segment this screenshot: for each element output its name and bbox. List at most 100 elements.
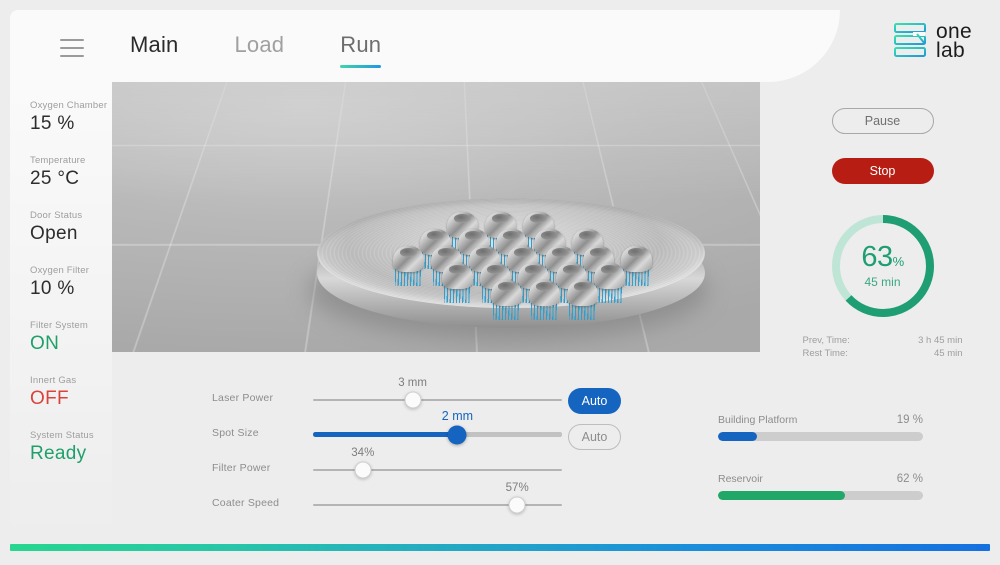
status-label: Filter System xyxy=(30,320,89,331)
progress-remaining: 45 min xyxy=(864,275,901,289)
slider-knob[interactable] xyxy=(354,461,372,479)
printed-part xyxy=(442,263,473,303)
slider-knob[interactable] xyxy=(508,496,526,514)
printed-part xyxy=(567,280,598,320)
level-header: Building Platform 19 % xyxy=(718,414,923,426)
part-body xyxy=(529,280,560,306)
printed-part xyxy=(621,246,652,286)
status-label: Oxygen Chamber xyxy=(30,100,108,111)
status-sidebar: Oxygen Chamber 15 % Temperature 25 °C Do… xyxy=(10,82,112,537)
slider-coater-speed[interactable]: Coater Speed 57% xyxy=(212,482,562,520)
level-reservoir: Reservoir 62 % xyxy=(718,473,923,500)
tab-load[interactable]: Load xyxy=(235,32,285,68)
slider-track[interactable] xyxy=(313,496,562,514)
main-nav: Main Load Run xyxy=(130,32,382,68)
printed-part xyxy=(529,280,560,320)
status-value: Ready xyxy=(30,443,87,464)
part-body xyxy=(567,280,598,306)
logo-wordmark: one lab xyxy=(936,21,972,62)
status-gradient-bar xyxy=(10,544,990,551)
level-label: Reservoir xyxy=(718,473,763,485)
slider-value: 57% xyxy=(505,482,529,494)
slider-label: Spot Size xyxy=(212,427,259,439)
progress-percent: 63% xyxy=(861,241,905,273)
parameter-sliders: Laser Power 3 mm Spot Size 2 mm Filter P… xyxy=(212,377,562,520)
slider-filter-power[interactable]: Filter Power 34% xyxy=(212,447,562,485)
job-progress-ring: 63% 45 min xyxy=(829,212,937,320)
status-oxygen-filter: Oxygen Filter 10 % xyxy=(30,265,112,300)
status-label: Door Status xyxy=(30,210,83,221)
status-innert-gas: Innert Gas OFF xyxy=(30,375,112,410)
printed-parts-group xyxy=(365,208,665,320)
slider-value: 2 mm xyxy=(441,409,474,423)
status-label: System Status xyxy=(30,430,94,441)
status-value: 25 °C xyxy=(30,168,80,189)
status-system-status: System Status Ready xyxy=(30,430,112,465)
status-temperature: Temperature 25 °C xyxy=(30,155,112,190)
part-body xyxy=(594,263,625,289)
status-oxygen-chamber: Oxygen Chamber 15 % xyxy=(30,100,112,135)
app-root: Main Load Run one lab Oxygen Chamber 15 … xyxy=(0,0,1000,565)
slider-spot-size[interactable]: Spot Size 2 mm xyxy=(212,409,562,450)
status-label: Oxygen Filter xyxy=(30,265,90,276)
support-structure xyxy=(444,286,471,303)
support-structure xyxy=(493,303,520,320)
status-value: 15 % xyxy=(30,113,75,134)
time-row-prev: Prev, Time: 3 h 45 min xyxy=(803,334,963,347)
auto-button-laser-power[interactable]: Auto xyxy=(568,388,621,414)
level-value: 19 % xyxy=(896,414,923,426)
top-header: Main Load Run xyxy=(10,10,840,82)
level-value: 62 % xyxy=(896,473,923,485)
time-summary: Prev, Time: 3 h 45 min Rest Time: 45 min xyxy=(803,334,963,360)
printed-part xyxy=(491,280,522,320)
slider-fill xyxy=(313,432,458,437)
time-value: 45 min xyxy=(933,348,963,359)
part-body xyxy=(491,280,522,306)
slider-value: 3 mm xyxy=(398,377,427,389)
level-track xyxy=(718,432,923,441)
time-row-rest: Rest Time: 45 min xyxy=(803,347,963,360)
slider-laser-power[interactable]: Laser Power 3 mm xyxy=(212,377,562,415)
tab-main[interactable]: Main xyxy=(130,32,179,68)
slider-knob[interactable] xyxy=(404,391,422,409)
run-control-panel: Pause Stop 63% 45 min Prev, Time: 3 h 45… xyxy=(775,82,990,360)
support-structure xyxy=(569,303,596,320)
support-structure xyxy=(596,286,623,303)
time-value: 3 h 45 min xyxy=(918,335,963,346)
slider-knob[interactable] xyxy=(447,425,467,444)
status-value: Open xyxy=(30,223,78,244)
slider-label: Filter Power xyxy=(212,462,271,474)
status-value: ON xyxy=(30,333,60,354)
stop-button[interactable]: Stop xyxy=(831,158,934,184)
progress-percent-unit: % xyxy=(892,254,905,269)
level-header: Reservoir 62 % xyxy=(718,473,923,485)
hamburger-icon[interactable] xyxy=(52,36,92,60)
status-label: Temperature xyxy=(30,155,86,166)
auto-button-spot-size[interactable]: Auto xyxy=(568,424,621,450)
support-structure xyxy=(531,303,558,320)
level-fill xyxy=(718,491,846,500)
slider-label: Coater Speed xyxy=(212,497,280,509)
logo-line-lab: lab xyxy=(936,39,965,62)
time-label: Prev, Time: xyxy=(802,335,850,346)
status-door: Door Status Open xyxy=(30,210,112,245)
level-label: Building Platform xyxy=(718,414,798,426)
tab-run[interactable]: Run xyxy=(340,32,382,68)
status-value: 10 % xyxy=(30,278,75,299)
brand-logo: one lab xyxy=(893,21,972,62)
part-body xyxy=(393,246,424,272)
part-body xyxy=(442,263,473,289)
build-plate-3d-preview[interactable] xyxy=(112,80,760,352)
slider-label: Laser Power xyxy=(212,392,274,404)
slider-track[interactable] xyxy=(313,461,562,479)
level-track xyxy=(718,491,923,500)
printed-part xyxy=(594,263,625,303)
level-indicators: Building Platform 19 % Reservoir 62 % xyxy=(718,414,923,500)
level-fill xyxy=(718,432,757,441)
time-label: Rest Time: xyxy=(802,348,848,359)
support-structure xyxy=(395,269,422,286)
slider-track[interactable] xyxy=(313,391,562,409)
slider-track[interactable] xyxy=(313,425,562,444)
pause-button[interactable]: Pause xyxy=(831,108,934,134)
